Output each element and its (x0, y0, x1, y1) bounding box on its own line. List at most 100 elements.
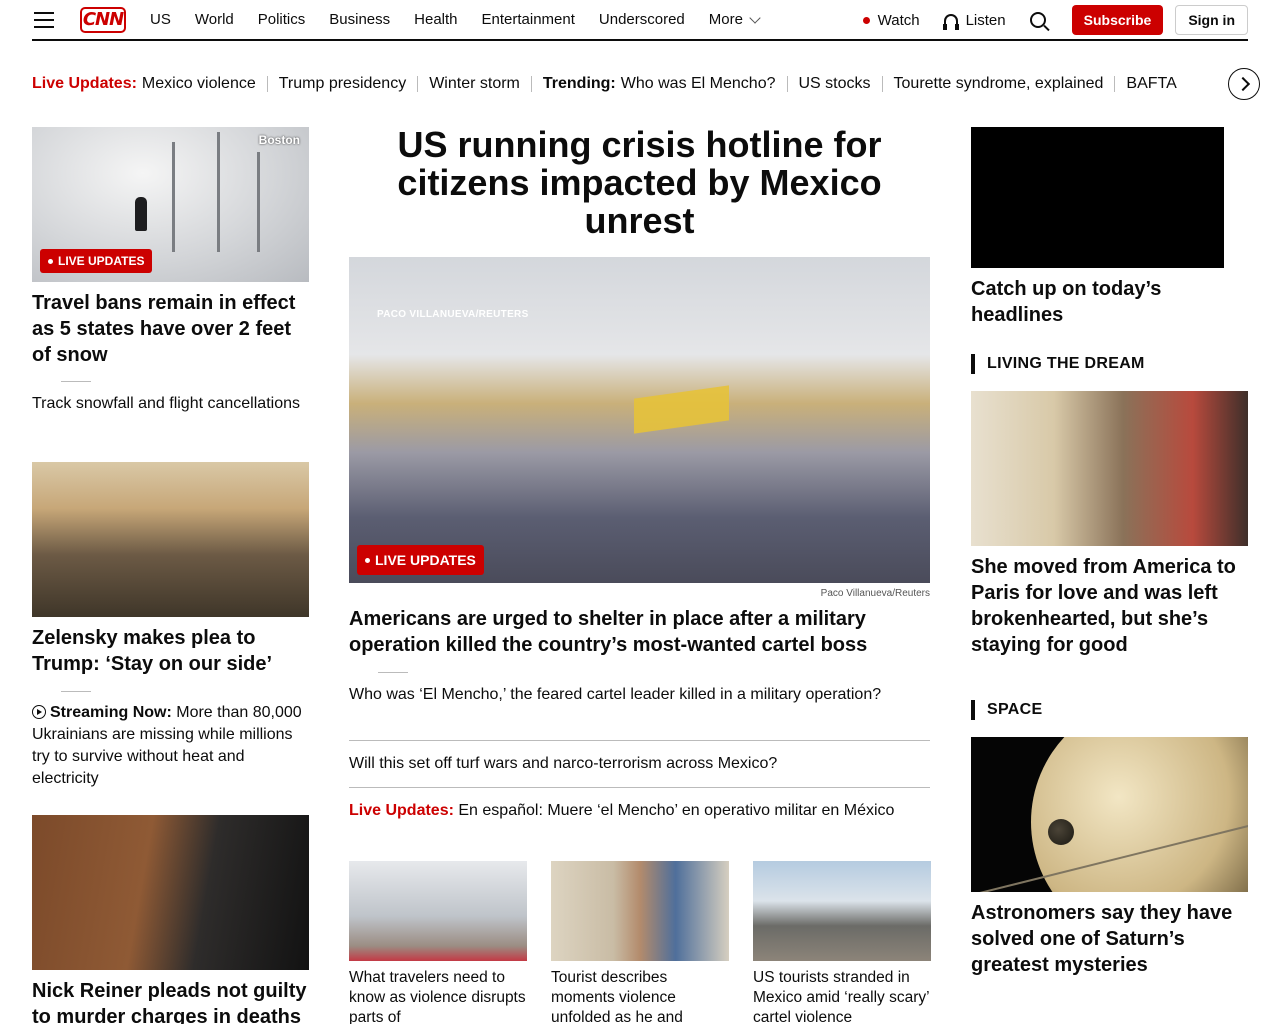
nav-link-business[interactable]: Business (329, 11, 390, 28)
zelensky-headline[interactable]: Zelensky makes plea to Trump: ‘Stay on o… (32, 625, 309, 677)
trending-item[interactable]: Trump presidency (279, 75, 406, 93)
video-credit-overlay: PACO VILLANUEVA/REUTERS (377, 309, 529, 320)
nav-actions: Watch Listen Subscribe Sign in (862, 5, 1248, 35)
moon-shape (1048, 819, 1074, 845)
nav-link-health[interactable]: Health (414, 11, 457, 28)
live-dot-icon (48, 258, 53, 264)
divider (881, 76, 883, 92)
main-subheadline[interactable]: Americans are urged to shelter in place … (349, 606, 930, 658)
el-mencho-link[interactable]: Who was ‘El Mencho,’ the feared cartel l… (349, 684, 909, 706)
trending-live-link[interactable]: Live Updates: Mexico violence (32, 75, 256, 93)
section-marker (971, 354, 975, 374)
tourist-image[interactable] (551, 861, 729, 961)
tree-shape (217, 132, 220, 252)
badge-label: LIVE UPDATES (58, 254, 145, 268)
snow-sublink[interactable]: Track snowfall and flight cancellations (32, 393, 309, 415)
burned-bus-image[interactable] (753, 861, 931, 961)
divider (349, 740, 930, 741)
stranded-tourists-headline[interactable]: US tourists stranded in Mexico amid ‘rea… (753, 968, 931, 1024)
video-caption[interactable]: Catch up on today’s headlines (971, 276, 1224, 328)
photo-credit: Paco Villanueva/Reuters (820, 588, 930, 599)
zelensky-image[interactable] (32, 462, 309, 617)
watch-link[interactable]: Watch (862, 11, 920, 29)
divider (378, 672, 408, 673)
main-video[interactable]: PACO VILLANUEVA/REUTERS LIVE UPDATES (349, 257, 930, 583)
reiner-image[interactable] (32, 815, 309, 970)
live-dot-icon (862, 16, 870, 24)
trending-el-mencho-link[interactable]: Trending: Who was El Mencho? (543, 75, 776, 93)
trending-item[interactable]: Winter storm (429, 75, 520, 93)
cnn-logo[interactable]: CNN (80, 6, 126, 33)
live-updates-badge: LIVE UPDATES (357, 545, 484, 575)
section-title: LIVING THE DREAM (987, 355, 1145, 372)
streaming-label: Streaming Now: (50, 704, 172, 721)
divider (530, 76, 532, 92)
trending-item[interactable]: BAFTA (1126, 75, 1176, 93)
divider (349, 787, 930, 788)
section-title: SPACE (987, 701, 1043, 718)
trending-fade (1180, 70, 1220, 98)
divider (1114, 76, 1116, 92)
listen-link[interactable]: Listen (942, 11, 1006, 30)
trending-bar: Live Updates: Mexico violence Trump pres… (32, 70, 1217, 98)
main-headline[interactable]: US running crisis hotline for citizens i… (349, 126, 930, 240)
nav-link-world[interactable]: World (195, 11, 234, 28)
play-circle-icon (32, 705, 46, 719)
paris-image[interactable] (971, 391, 1248, 546)
divider (266, 76, 268, 92)
live-dot-icon (365, 557, 370, 563)
headphones-icon (942, 13, 959, 30)
trending-item-text: Mexico violence (141, 75, 256, 92)
headlines-video[interactable] (971, 127, 1224, 268)
walker-figure (135, 197, 147, 231)
divider (61, 691, 91, 692)
live-updates-spanish-link[interactable]: Live Updates: En español: Muere ‘el Menc… (349, 800, 909, 822)
live-updates-label: Live Updates: (32, 75, 137, 92)
tourist-headline[interactable]: Tourist describes moments violence unfol… (551, 968, 729, 1024)
trending-item-text: Who was El Mencho? (620, 75, 776, 92)
divider (61, 381, 91, 382)
watch-label: Watch (877, 11, 920, 29)
snow-image[interactable]: Boston LIVE UPDATES (32, 127, 309, 282)
tree-shape (257, 152, 260, 252)
sign-in-button[interactable]: Sign in (1175, 5, 1248, 35)
trending-item[interactable]: Tourette syndrome, explained (894, 75, 1104, 93)
nav-links: US World Politics Business Health Entert… (150, 11, 709, 28)
chevron-down-icon (749, 11, 761, 24)
trending-item[interactable]: US stocks (799, 75, 871, 93)
divider (786, 76, 788, 92)
chevron-right-icon[interactable] (1228, 68, 1260, 100)
trending-label: Trending: (542, 75, 616, 92)
more-menu[interactable]: More (708, 11, 761, 28)
tree-shape (172, 142, 175, 252)
section-marker (971, 700, 975, 720)
search-icon[interactable] (1029, 12, 1046, 28)
travelers-image[interactable] (349, 861, 527, 961)
menu-icon[interactable] (34, 11, 54, 28)
nav-link-us[interactable]: US (150, 11, 171, 28)
subscribe-button[interactable]: Subscribe (1071, 5, 1164, 35)
turf-wars-link[interactable]: Will this set off turf wars and narco-te… (349, 753, 930, 775)
reiner-headline[interactable]: Nick Reiner pleads not guilty to murder … (32, 978, 309, 1024)
section-living-the-dream[interactable]: LIVING THE DREAM (971, 354, 1145, 374)
paris-headline[interactable]: She moved from America to Paris for love… (971, 554, 1248, 658)
snow-headline[interactable]: Travel bans remain in effect as 5 states… (32, 290, 309, 368)
nav-link-underscored[interactable]: Underscored (599, 11, 685, 28)
live-updates-text: En español: Muere ‘el Mencho’ en operati… (458, 802, 895, 819)
section-space[interactable]: SPACE (971, 700, 1042, 720)
location-tag: Boston (258, 133, 300, 147)
badge-label: LIVE UPDATES (375, 552, 476, 568)
divider (417, 76, 419, 92)
nav-link-politics[interactable]: Politics (258, 11, 306, 28)
video-still-shape (634, 385, 729, 434)
nav-link-entertainment[interactable]: Entertainment (482, 11, 575, 28)
travelers-headline[interactable]: What travelers need to know as violence … (349, 968, 527, 1024)
saturn-headline[interactable]: Astronomers say they have solved one of … (971, 900, 1248, 978)
more-label: More (708, 11, 743, 28)
streaming-now-link[interactable]: Streaming Now: More than 80,000 Ukrainia… (32, 702, 312, 790)
live-updates-badge: LIVE UPDATES (40, 249, 153, 273)
live-updates-label: Live Updates: (349, 802, 454, 819)
listen-label: Listen (965, 11, 1006, 29)
top-navigation: CNN US World Politics Business Health En… (32, 0, 1248, 41)
saturn-image[interactable] (971, 737, 1248, 892)
